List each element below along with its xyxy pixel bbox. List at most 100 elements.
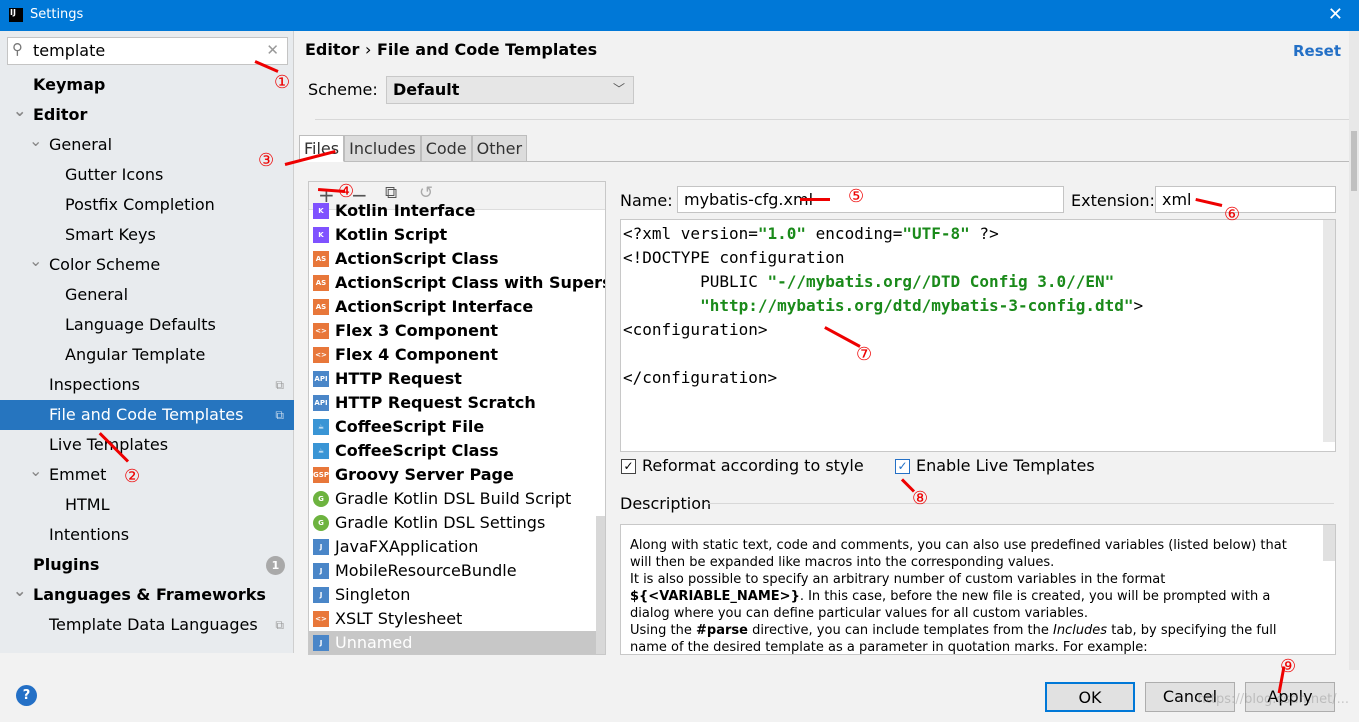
tree-item[interactable]: Intentions: [0, 520, 294, 550]
template-list-item[interactable]: AS ActionScript Interface: [309, 295, 605, 319]
search-input[interactable]: ⚲ template ✕: [7, 37, 288, 65]
tree-item-label: Keymap: [33, 75, 106, 94]
template-list-item[interactable]: <> Flex 4 Component: [309, 343, 605, 367]
tree-item[interactable]: ⌄ Languages & Frameworks: [0, 580, 294, 610]
template-name: Gradle Kotlin DSL Settings: [335, 513, 546, 532]
tree-item[interactable]: ⌄ Emmet: [0, 460, 294, 490]
template-list-item[interactable]: AS ActionScript Class: [309, 247, 605, 271]
list-scrollbar[interactable]: [596, 516, 605, 654]
editor-scrollbar[interactable]: [1323, 220, 1335, 442]
file-type-icon: G: [313, 515, 329, 531]
ok-button[interactable]: OK: [1045, 682, 1135, 712]
template-list-item[interactable]: ☕ CoffeeScript Class: [309, 439, 605, 463]
annotation-number: ①: [274, 72, 291, 93]
template-list-item[interactable]: ☕ CoffeeScript File: [309, 415, 605, 439]
tree-item[interactable]: Template Data Languages ⧉: [0, 610, 294, 640]
annotation-number: ③: [258, 150, 275, 171]
description-scrollbar[interactable]: [1323, 525, 1335, 561]
tree-item[interactable]: File and Code Templates ⧉: [0, 400, 294, 430]
chevron-down-icon[interactable]: ⌄: [13, 576, 26, 606]
tab-code[interactable]: Code: [420, 135, 472, 162]
tree-item[interactable]: HTML: [0, 490, 294, 520]
template-name: CoffeeScript File: [335, 417, 485, 436]
template-list-item[interactable]: J MobileResourceBundle: [309, 559, 605, 583]
tree-item[interactable]: Keymap: [0, 70, 294, 100]
live-templates-checkbox[interactable]: ✓ Enable Live Templates: [895, 456, 1095, 475]
breadcrumb-page: File and Code Templates: [376, 40, 598, 59]
tree-item-label: Emmet: [49, 465, 107, 484]
tree-item[interactable]: Postfix Completion: [0, 190, 294, 220]
template-name: ActionScript Class: [335, 249, 499, 268]
reformat-checkbox[interactable]: ✓ Reformat according to style: [621, 456, 864, 475]
template-list-item[interactable]: G Gradle Kotlin DSL Settings: [309, 511, 605, 535]
chevron-down-icon[interactable]: ⌄: [29, 246, 42, 276]
tree-item-label: Color Scheme: [49, 255, 161, 274]
reset-link[interactable]: Reset: [1293, 42, 1341, 60]
description-text: Using the #parse directive, you can incl…: [630, 623, 1277, 655]
description-text: It is also possible to specify an arbitr…: [630, 572, 1271, 621]
extension-input[interactable]: xml: [1155, 186, 1336, 213]
file-type-icon: API: [313, 395, 329, 411]
annotation-number: ④: [338, 181, 355, 202]
tree-item[interactable]: Plugins 1: [0, 550, 294, 580]
template-code-editor[interactable]: <?xml version="1.0" encoding="UTF-8" ?> <…: [620, 219, 1336, 452]
chevron-down-icon[interactable]: ⌄: [29, 126, 42, 156]
template-list-item[interactable]: J Unnamed: [309, 631, 605, 654]
live-templates-label: Enable Live Templates: [916, 456, 1095, 475]
annotation-number: ②: [124, 466, 141, 487]
tree-item[interactable]: ⌄ Editor: [0, 100, 294, 130]
help-button[interactable]: ?: [16, 685, 37, 706]
annotation-number: ⑨: [1280, 656, 1297, 677]
file-type-icon: API: [313, 371, 329, 387]
template-name: ActionScript Class with Supers: [335, 273, 606, 292]
page-scrollbar[interactable]: [1349, 31, 1359, 670]
divider: [707, 503, 1334, 504]
tree-item[interactable]: Language Defaults: [0, 310, 294, 340]
template-name: Flex 3 Component: [335, 321, 498, 340]
template-list-item[interactable]: API HTTP Request: [309, 367, 605, 391]
tree-item[interactable]: Gutter Icons: [0, 160, 294, 190]
template-list-item[interactable]: K Kotlin Interface: [309, 199, 605, 223]
scheme-select[interactable]: Default ﹀: [386, 76, 634, 104]
template-list-item[interactable]: <> Flex 3 Component: [309, 319, 605, 343]
tree-item-label: Angular Template: [65, 345, 206, 364]
template-name: CoffeeScript Class: [335, 441, 499, 460]
template-name: XSLT Stylesheet: [335, 609, 463, 628]
tab-other[interactable]: Other: [471, 135, 528, 162]
file-type-icon: <>: [313, 347, 329, 363]
template-list-item[interactable]: J JavaFXApplication: [309, 535, 605, 559]
tree-item[interactable]: Inspections ⧉: [0, 370, 294, 400]
chevron-down-icon: ﹀: [612, 82, 625, 96]
code-line: <configuration>: [623, 320, 768, 339]
tree-item[interactable]: ⌄ Color Scheme: [0, 250, 294, 280]
chevron-down-icon[interactable]: ⌄: [29, 456, 42, 486]
clear-search-icon[interactable]: ✕: [266, 41, 279, 59]
chevron-down-icon[interactable]: ⌄: [13, 96, 26, 126]
template-list-item[interactable]: <> XSLT Stylesheet: [309, 607, 605, 631]
template-list-item[interactable]: AS ActionScript Class with Supers: [309, 271, 605, 295]
tree-item[interactable]: Angular Template: [0, 340, 294, 370]
file-type-icon: ☕: [313, 443, 329, 459]
template-name: ActionScript Interface: [335, 297, 534, 316]
tree-item-label: Inspections: [49, 375, 140, 394]
template-list-item[interactable]: G Gradle Kotlin DSL Build Script: [309, 487, 605, 511]
divider: [315, 119, 1355, 120]
annotation-number: ⑤: [848, 186, 865, 207]
template-name: Groovy Server Page: [335, 465, 514, 484]
tree-item-label: Gutter Icons: [65, 165, 164, 184]
annotation-arrow: [800, 198, 830, 201]
tree-item[interactable]: Live Templates: [0, 430, 294, 460]
name-input[interactable]: mybatis-cfg.xml: [677, 186, 1064, 213]
project-settings-icon: ⧉: [275, 618, 284, 632]
template-list-item[interactable]: J Singleton: [309, 583, 605, 607]
close-button[interactable]: ✕: [1328, 4, 1343, 25]
tree-item[interactable]: General: [0, 280, 294, 310]
breadcrumb-editor: Editor: [305, 40, 360, 59]
tree-item[interactable]: Smart Keys: [0, 220, 294, 250]
tab-includes[interactable]: Includes: [344, 135, 421, 162]
template-list-item[interactable]: API HTTP Request Scratch: [309, 391, 605, 415]
tree-item[interactable]: ⌄ General: [0, 130, 294, 160]
reformat-label: Reformat according to style: [642, 456, 864, 475]
template-list-item[interactable]: GSP Groovy Server Page: [309, 463, 605, 487]
template-list-item[interactable]: K Kotlin Script: [309, 223, 605, 247]
